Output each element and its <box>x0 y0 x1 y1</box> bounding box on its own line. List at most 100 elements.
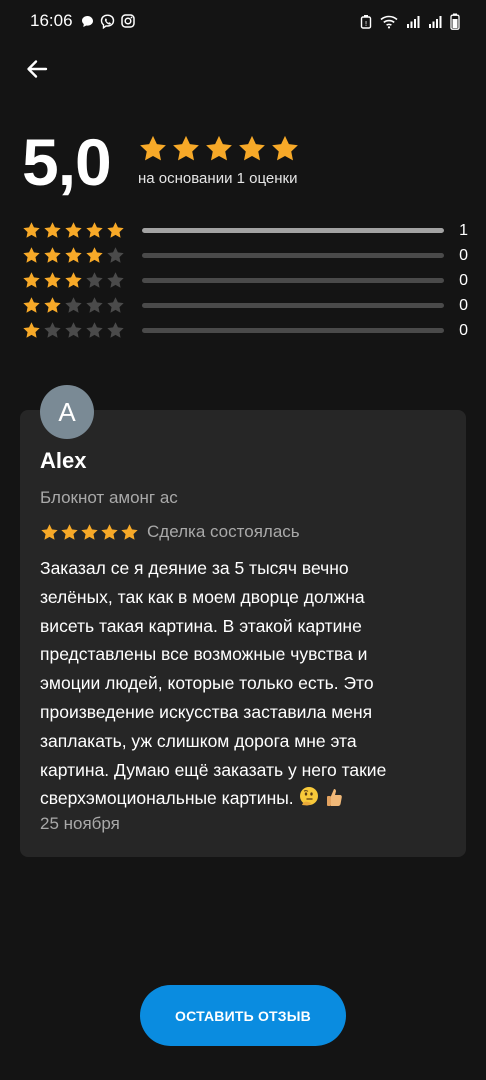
review-product: Блокнот амонг ас <box>40 488 178 507</box>
rating-histogram: 1 0 0 0 0 <box>22 218 468 343</box>
review-text-line: сверхэмоциональные картины. <box>40 784 450 813</box>
instagram-icon <box>120 14 135 28</box>
review-text: Заказал се я деяние за 5 тысяч вечно зелё… <box>40 554 450 813</box>
histogram-stars <box>22 296 126 315</box>
star-filled-icon <box>86 222 103 238</box>
histogram-count: 0 <box>459 321 468 339</box>
star-filled-icon <box>239 135 265 161</box>
histogram-stars <box>22 246 126 265</box>
wifi-icon <box>380 15 398 28</box>
histogram-stars <box>22 221 126 240</box>
star-filled-icon <box>206 135 232 161</box>
star-filled-icon <box>86 247 103 263</box>
histogram-count: 0 <box>459 246 468 264</box>
review-text-line-content: эмоции людей, которые только есть. Это <box>40 673 374 694</box>
review-text-line-content: Заказал се я деяние за 5 тысяч вечно <box>40 558 349 578</box>
star-filled-icon <box>61 523 78 540</box>
arrow-left-icon <box>27 60 48 78</box>
star-filled-icon <box>44 297 61 313</box>
review-text-line: произведение искусства заставила меня <box>40 698 450 727</box>
review-text-line-content: висеть такая картина. В этакой картине <box>40 615 362 636</box>
review-text-line: представлены все возможные чувства и <box>40 640 450 669</box>
review-text-line-content: зелёных, так как в моем дворце должна <box>40 586 365 607</box>
review-stars <box>40 523 139 542</box>
star-empty-icon <box>86 272 103 288</box>
viber-icon <box>100 13 114 29</box>
review-text-line-content: заплакать, уж слишком дорога мне эта <box>40 730 357 751</box>
average-rating: 5,0 <box>22 125 112 199</box>
star-filled-icon <box>23 272 40 288</box>
histogram-row-4: 0 <box>22 243 468 268</box>
star-filled-icon <box>41 523 58 540</box>
histogram-stars <box>22 271 126 290</box>
star-filled-icon <box>65 272 82 288</box>
histogram-row-5: 1 <box>22 218 468 243</box>
star-filled-icon <box>44 272 61 288</box>
star-filled-icon <box>65 247 82 263</box>
review-date: 25 ноября <box>40 814 120 833</box>
thinking-face-icon <box>299 787 318 806</box>
histogram-count: 0 <box>459 271 468 289</box>
status-right: ! <box>360 13 460 30</box>
star-empty-icon <box>65 322 82 338</box>
battery-icon <box>450 13 460 30</box>
star-empty-icon <box>86 297 103 313</box>
star-filled-icon <box>23 247 40 263</box>
star-filled-icon <box>44 247 61 263</box>
histogram-count: 1 <box>459 221 468 239</box>
histogram-bar <box>142 303 444 308</box>
star-filled-icon <box>101 523 118 540</box>
review-text-line: зелёных, так как в моем дворце должна <box>40 583 450 612</box>
star-empty-icon <box>107 322 124 338</box>
star-empty-icon <box>44 322 61 338</box>
star-filled-icon <box>23 322 40 338</box>
star-filled-icon <box>107 222 124 238</box>
review-text-line: эмоции людей, которые только есть. Это <box>40 669 450 698</box>
status-time: 16:06 <box>30 11 73 30</box>
star-empty-icon <box>65 297 82 313</box>
reviewer-name: Alex <box>40 448 87 473</box>
star-empty-icon <box>86 322 103 338</box>
review-text-line: заплакать, уж слишком дорога мне эта <box>40 727 450 756</box>
star-filled-icon <box>81 523 98 540</box>
deal-status: Сделка состоялась <box>147 522 300 541</box>
histogram-bar <box>142 228 444 233</box>
star-empty-icon <box>107 297 124 313</box>
thumbs-up-icon <box>326 789 342 807</box>
avatar-letter: A <box>58 396 76 427</box>
alarm-icon: ! <box>360 14 372 29</box>
rating-caption: на основании 1 оценки <box>138 170 298 187</box>
review-meta: Сделка состоялась <box>40 522 300 542</box>
star-filled-icon <box>23 222 40 238</box>
histogram-row-2: 0 <box>22 293 468 318</box>
histogram-stars <box>22 321 126 340</box>
notification-icons <box>81 13 135 29</box>
star-filled-icon <box>23 297 40 313</box>
signal-icon <box>429 15 442 28</box>
review-text-line-content: произведение искусства заставила меня <box>40 701 373 722</box>
histogram-row-3: 0 <box>22 268 468 293</box>
review-text-line: картина. Думаю ещё заказать у него такие <box>40 756 450 785</box>
histogram-count: 0 <box>459 296 468 314</box>
histogram-bar <box>142 328 444 333</box>
review-text-line: висеть такая картина. В этакой картине <box>40 612 450 641</box>
star-filled-icon <box>173 135 199 161</box>
average-stars <box>138 134 300 164</box>
reviews-screen: 16:06 ! 5,0 на основании 1 оценки 10000 … <box>0 0 486 1080</box>
histogram-bar <box>142 278 444 283</box>
chat-bubble-icon <box>81 15 93 27</box>
histogram-bar <box>142 253 444 258</box>
star-empty-icon <box>107 272 124 288</box>
histogram-bar-fill <box>142 228 444 233</box>
star-filled-icon <box>65 222 82 238</box>
svg-text:!: ! <box>365 20 368 28</box>
star-filled-icon <box>140 135 166 161</box>
review-text-line-content: сверхэмоциональные картины. <box>40 788 294 809</box>
review-text-line-content: картина. Думаю ещё заказать у него такие <box>40 759 387 780</box>
back-button[interactable] <box>20 52 54 86</box>
signal-icon <box>407 15 420 28</box>
star-filled-icon <box>272 135 298 161</box>
histogram-row-1: 0 <box>22 318 468 343</box>
star-filled-icon <box>121 523 138 540</box>
leave-review-button[interactable]: ОСТАВИТЬ ОТЗЫВ <box>140 985 346 1046</box>
